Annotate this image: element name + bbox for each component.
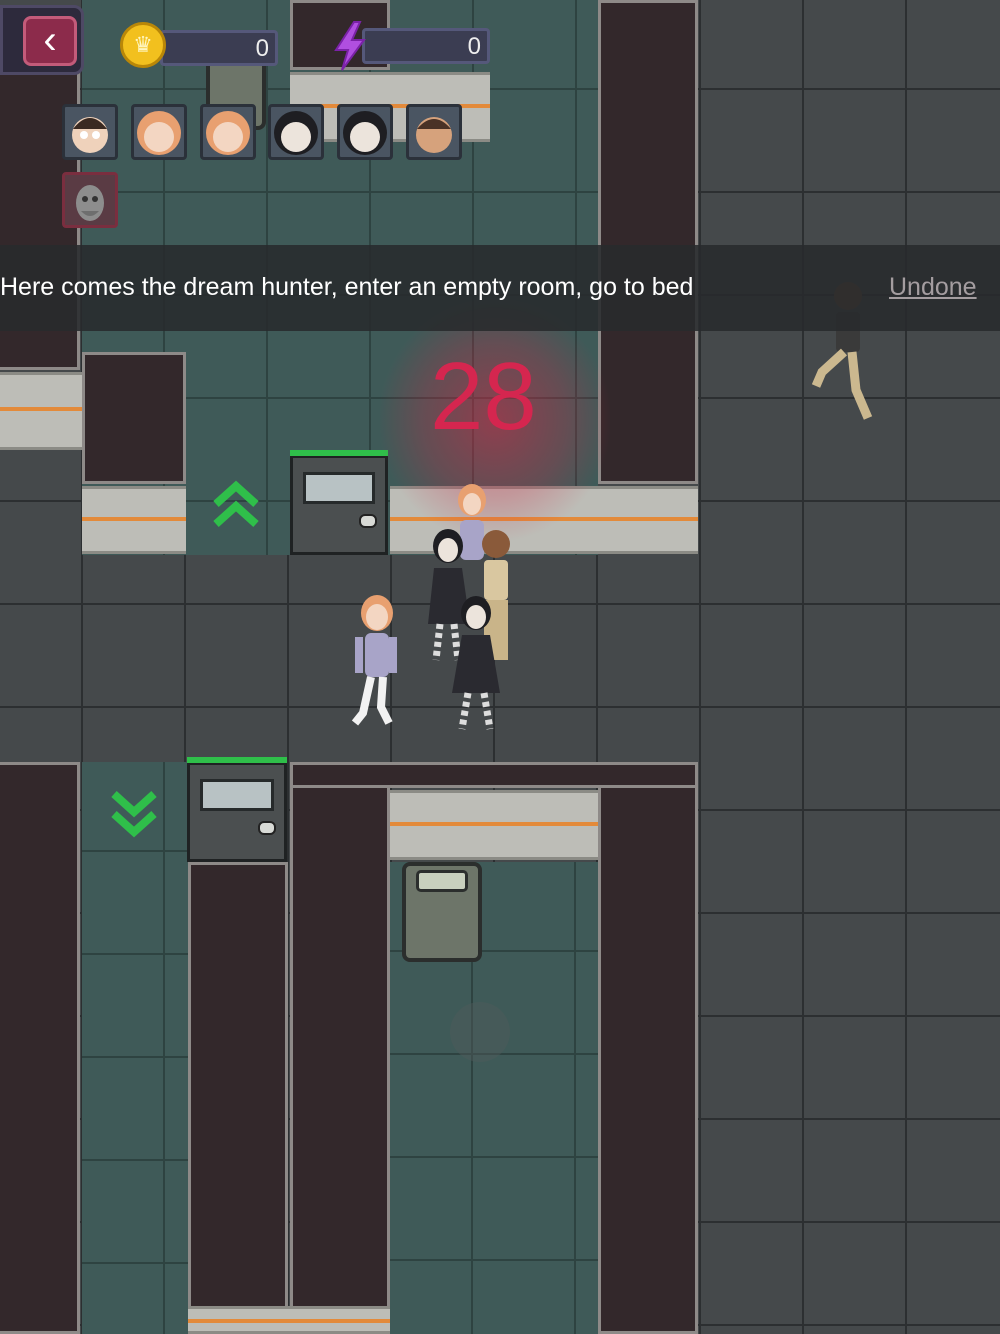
wall [82, 352, 186, 484]
wall-rail [82, 486, 186, 554]
character-girl-orange-hair [351, 595, 397, 726]
portrait-girl-black-hair [268, 104, 324, 160]
lightning-bolt-icon [334, 21, 366, 71]
portrait-dream-hunter [62, 172, 118, 228]
wall [598, 0, 698, 484]
countdown-number: 28 [430, 343, 537, 450]
character-girl-black-hair-2 [452, 596, 500, 730]
chevron-up-icon [213, 480, 259, 527]
undone-button[interactable]: Undone [889, 273, 977, 302]
wall [290, 762, 698, 788]
wall [290, 762, 390, 1334]
room-door[interactable] [187, 757, 287, 862]
bed[interactable] [402, 862, 482, 962]
portrait-girl-black-hair-2 [337, 104, 393, 160]
portrait-girl-orange-hair-2 [200, 104, 256, 160]
portrait-girl-orange-hair [131, 104, 187, 160]
wall [598, 762, 698, 1334]
instruction-text: Here comes the dream hunter, enter an em… [0, 273, 694, 301]
room-bottom-left [82, 762, 188, 1334]
wall [0, 762, 80, 1334]
room-door[interactable] [290, 450, 388, 555]
chevron-left-icon: ‹ [23, 16, 77, 66]
virtual-joystick[interactable] [450, 1002, 510, 1062]
wall [188, 862, 288, 1334]
wall-rail [188, 1306, 390, 1334]
crown-coin-icon: ♛ [120, 22, 166, 68]
back-button[interactable]: ‹ [0, 5, 84, 75]
wall-rail [0, 372, 82, 450]
portrait-boy-brown [406, 104, 462, 160]
energy-counter: 0 [362, 28, 490, 64]
wall-rail [390, 790, 598, 860]
portrait-boy-dark-hair [62, 104, 118, 160]
chevron-down-icon [111, 791, 157, 838]
coin-counter: 0 [160, 30, 278, 66]
